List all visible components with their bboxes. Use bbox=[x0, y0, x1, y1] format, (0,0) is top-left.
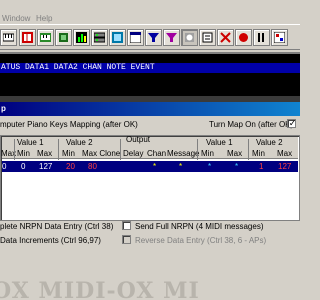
sync-icon bbox=[185, 33, 194, 42]
cell-out-min1: * bbox=[208, 162, 212, 171]
header-max4: Max bbox=[227, 149, 243, 158]
x-icon bbox=[220, 32, 231, 43]
header-divider bbox=[248, 139, 249, 160]
midiox-watermark: OX MIDI-OX MI bbox=[0, 280, 300, 300]
keys-mapping-label: mputer Piano Keys Mapping (after OK) bbox=[0, 120, 138, 129]
grid-icon bbox=[22, 32, 33, 43]
menu-bar: Window Help bbox=[0, 0, 300, 24]
meter-icon bbox=[76, 32, 87, 43]
menu-window[interactable]: Window bbox=[2, 14, 30, 23]
reverse-data-entry-checkbox[interactable] bbox=[122, 235, 131, 244]
header-max2: Max bbox=[37, 149, 53, 158]
header-divider bbox=[58, 139, 59, 160]
panel-button[interactable] bbox=[109, 29, 126, 46]
check-icon: ✓ bbox=[288, 118, 297, 128]
cell-max1: 127 bbox=[39, 162, 53, 171]
watermark-text: OX MIDI-OX MI bbox=[0, 280, 200, 300]
record-button[interactable] bbox=[235, 29, 252, 46]
header-min1: Min bbox=[17, 149, 30, 158]
sync-button[interactable] bbox=[181, 29, 198, 46]
pause-icon bbox=[258, 33, 264, 42]
dialog-title-bar[interactable]: p bbox=[0, 102, 300, 116]
nrpn-complete-label: plete NRPN Data Entry (Ctrl 38) bbox=[0, 222, 114, 231]
filter-button[interactable] bbox=[145, 29, 162, 46]
pause-button[interactable] bbox=[253, 29, 270, 46]
piano-button[interactable] bbox=[37, 29, 54, 46]
cell-out-min2: 1 bbox=[259, 162, 264, 171]
chip-button[interactable] bbox=[55, 29, 72, 46]
header-value2: Value 2 bbox=[66, 138, 93, 147]
clear-button[interactable] bbox=[217, 29, 234, 46]
header-delay: Delay bbox=[123, 149, 144, 158]
keyboard-button[interactable] bbox=[0, 29, 17, 46]
data-increments-label: Data Increments (Ctrl 96,97) bbox=[0, 236, 101, 245]
chip-icon bbox=[59, 33, 68, 42]
monitor-header: ATUS DATA1 DATA2 CHAN NOTE EVENT bbox=[0, 63, 300, 73]
record-icon bbox=[239, 33, 248, 42]
dump-button[interactable] bbox=[199, 29, 216, 46]
dialog-title: p bbox=[1, 104, 6, 113]
settings-icon bbox=[274, 32, 285, 43]
header-min4: Min bbox=[201, 149, 214, 158]
header-out-value1: Value 1 bbox=[206, 138, 233, 147]
rack-icon bbox=[94, 32, 105, 43]
mapping-dialog: mputer Piano Keys Mapping (after OK) Tur… bbox=[0, 116, 300, 300]
turn-map-on-label: Turn Map On (after OK) bbox=[209, 120, 294, 129]
header-max-clone: Max Clone bbox=[82, 149, 121, 158]
monitor-output: ATUS DATA1 DATA2 CHAN NOTE EVENT bbox=[0, 52, 300, 102]
toolbar bbox=[0, 24, 300, 50]
header-max5: Max bbox=[277, 149, 293, 158]
header-value1: Value 1 bbox=[17, 138, 44, 147]
header-min2: Min bbox=[62, 149, 75, 158]
grid-button[interactable] bbox=[19, 29, 36, 46]
cell-chan: * bbox=[153, 162, 157, 171]
send-full-nrpn-label: Send Full NRPN (4 MIDI messages) bbox=[135, 222, 264, 231]
settings-button[interactable] bbox=[271, 29, 288, 46]
window-icon bbox=[130, 32, 141, 43]
cell-min2: 20 bbox=[66, 162, 75, 171]
header-divider bbox=[120, 139, 121, 160]
cell-message: * bbox=[179, 162, 183, 171]
rack-button[interactable] bbox=[91, 29, 108, 46]
mapper-button[interactable] bbox=[163, 29, 180, 46]
mapping-table: Value 1 Value 2 Output Value 1 Value 2 M… bbox=[0, 135, 300, 221]
window-button[interactable] bbox=[127, 29, 144, 46]
panel-icon bbox=[112, 32, 123, 43]
keyboard-icon bbox=[3, 33, 14, 42]
header-min5: Min bbox=[252, 149, 265, 158]
cell-out-max2: 127 bbox=[278, 162, 292, 171]
mapper-icon bbox=[166, 33, 177, 42]
turn-map-on-checkbox[interactable]: ✓ bbox=[287, 118, 297, 128]
menu-help[interactable]: Help bbox=[36, 14, 52, 23]
table-header-row1: Value 1 Value 2 Output Value 1 Value 2 bbox=[2, 135, 298, 148]
dump-icon bbox=[202, 32, 213, 43]
table-header-row2: Max Min Max Min Max Clone Delay Chan Mes… bbox=[1, 148, 298, 159]
header-divider bbox=[14, 139, 15, 160]
cell-col1: 0 bbox=[2, 162, 7, 171]
cell-min1: 0 bbox=[21, 162, 26, 171]
send-full-nrpn-checkbox[interactable] bbox=[122, 221, 131, 230]
meter-button[interactable] bbox=[73, 29, 90, 46]
table-row[interactable]: 0 0 127 20 80 * * * * 1 127 bbox=[2, 161, 298, 172]
reverse-data-entry-label: Reverse Data Entry (Ctrl 38, 6 - APs) bbox=[135, 236, 267, 245]
header-out-value2: Value 2 bbox=[256, 138, 283, 147]
piano-icon bbox=[40, 33, 51, 42]
cell-out-max1: * bbox=[235, 162, 239, 171]
header-output: Output bbox=[126, 135, 151, 144]
filter-icon bbox=[148, 33, 159, 42]
header-chan: Chan bbox=[147, 149, 167, 158]
header-message: Message bbox=[167, 149, 200, 158]
header-divider bbox=[197, 139, 198, 160]
cell-max2: 80 bbox=[88, 162, 97, 171]
